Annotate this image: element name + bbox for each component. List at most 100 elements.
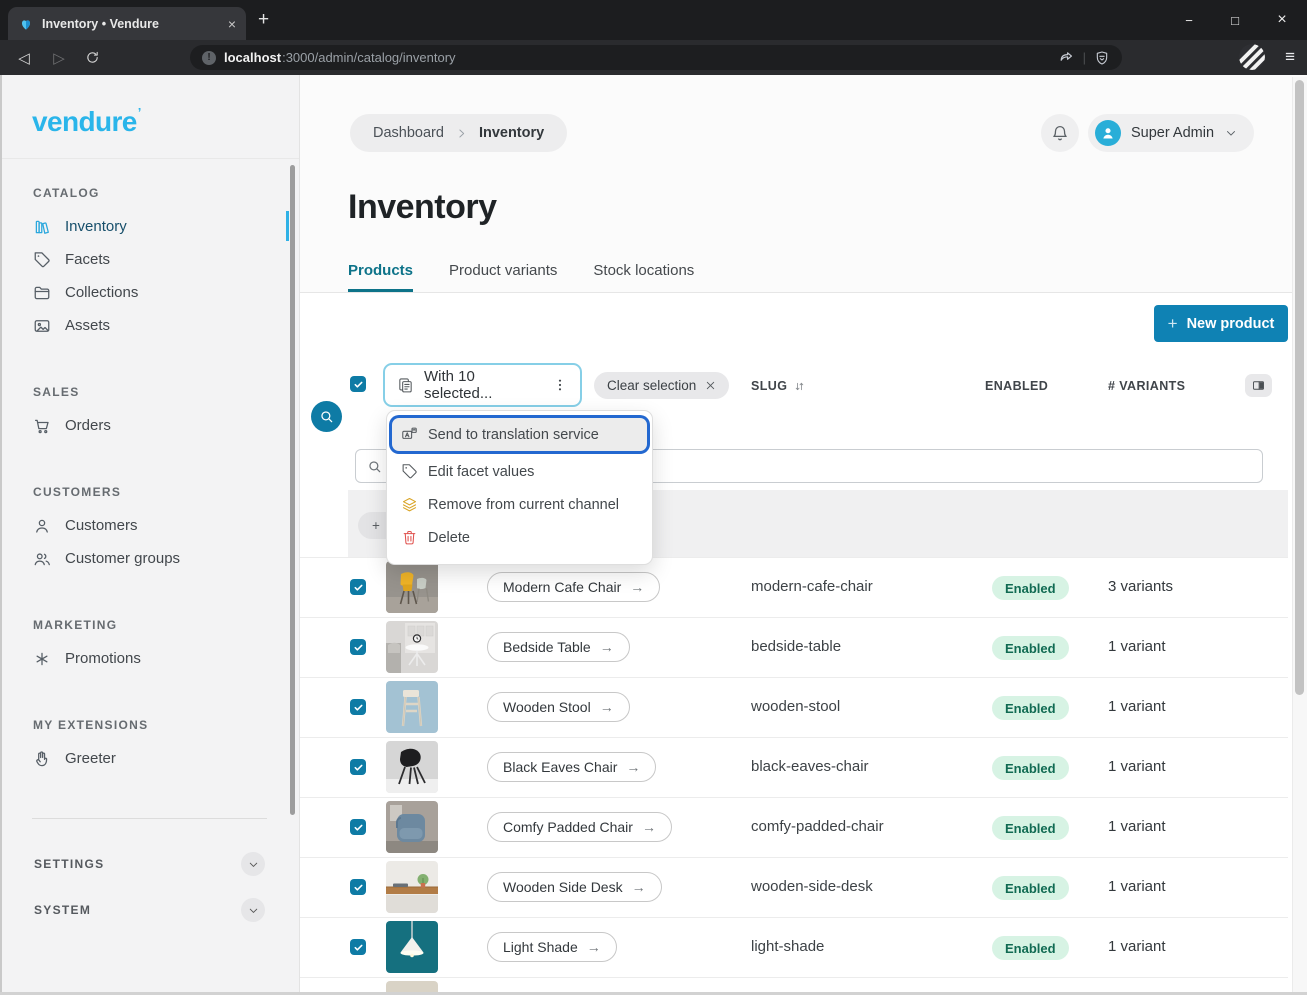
select-all-checkbox[interactable] (350, 376, 366, 392)
row-checkbox[interactable] (350, 819, 366, 835)
menu-item-edit-facet-values[interactable]: Edit facet values (387, 455, 652, 488)
sidebar: vendure’ CATALOG Inventory Facets Collectio… (0, 75, 300, 995)
page-scrollbar[interactable] (1292, 77, 1307, 992)
product-slug: wooden-side-desk (751, 878, 873, 895)
menu-item-send-to-translation-service[interactable]: Send to translation service (392, 418, 647, 451)
table-row: Comfy Padded Chair→comfy-padded-chairEna… (300, 797, 1288, 857)
brave-shield-icon[interactable] (1094, 50, 1110, 66)
browser-menu-icon[interactable]: ≡ (1285, 44, 1295, 70)
tab-close-icon[interactable]: × (228, 16, 236, 32)
sidebar-item-label: Orders (65, 417, 111, 434)
column-header-slug[interactable]: SLUG (751, 379, 806, 393)
plus-icon: + (1168, 314, 1178, 334)
breadcrumb-inventory[interactable]: Inventory (479, 125, 544, 141)
user-menu[interactable]: Super Admin (1088, 114, 1254, 152)
browser-profile-avatar[interactable] (1239, 44, 1265, 70)
url-bar[interactable]: ! localhost:3000/admin/catalog/inventory… (190, 45, 1122, 70)
product-name-link[interactable]: Modern Cafe Chair→ (487, 572, 660, 602)
sidebar-item-orders[interactable]: Orders (0, 409, 299, 442)
menu-item-remove-from-current-channel[interactable]: Remove from current channel (387, 488, 652, 521)
sidebar-scrollbar[interactable] (290, 165, 295, 815)
product-slug: wooden-stool (751, 698, 840, 715)
sidebar-collapsed-system[interactable]: SYSTEM (0, 887, 299, 933)
clear-selection-button[interactable]: Clear selection (594, 372, 729, 399)
forward-icon[interactable]: ▷ (50, 49, 68, 67)
sidebar-item-customers[interactable]: Customers (0, 509, 299, 542)
arrow-right-icon: → (626, 759, 640, 775)
product-name-link[interactable]: Comfy Padded Chair→ (487, 812, 672, 842)
page-tabs: Products Product variants Stock locations (348, 258, 694, 292)
sidebar-collapsed-settings[interactable]: SETTINGS (0, 841, 299, 887)
arrow-right-icon: → (642, 819, 656, 835)
window-maximize-button[interactable]: □ (1219, 0, 1251, 40)
sidebar-item-assets[interactable]: Assets (0, 309, 299, 342)
menu-item-label: Remove from current channel (428, 497, 619, 513)
sidebar-item-label: Promotions (65, 650, 141, 667)
search-button[interactable] (311, 401, 342, 432)
row-checkbox[interactable] (350, 579, 366, 595)
sidebar-item-customer-groups[interactable]: Customer groups (0, 542, 299, 575)
product-name-link[interactable]: Black Eaves Chair→ (487, 752, 656, 782)
row-checkbox[interactable] (350, 939, 366, 955)
notifications-button[interactable] (1041, 114, 1079, 152)
product-name-link[interactable]: Light Shade→ (487, 932, 617, 962)
tab-product-variants[interactable]: Product variants (449, 258, 557, 292)
row-checkbox[interactable] (350, 879, 366, 895)
sidebar-item-greeter[interactable]: Greeter (0, 742, 299, 775)
menu-item-delete[interactable]: Delete (387, 521, 652, 554)
product-name-link[interactable]: Wooden Stool→ (487, 692, 630, 722)
browser-tab[interactable]: Inventory • Vendure × (8, 7, 246, 40)
sidebar-item-facets[interactable]: Facets (0, 243, 299, 276)
cart-icon (33, 417, 51, 435)
sidebar-item-promotions[interactable]: Promotions (0, 642, 299, 675)
window-frame (0, 75, 2, 995)
window-minimize-button[interactable]: − (1173, 0, 1205, 40)
row-checkbox[interactable] (350, 699, 366, 715)
product-thumbnail (386, 561, 438, 613)
product-thumbnail (386, 681, 438, 733)
search-icon (319, 409, 334, 424)
sidebar-item-label: Facets (65, 251, 110, 268)
column-header-variants[interactable]: # VARIANTS (1108, 379, 1185, 393)
column-header-enabled[interactable]: ENABLED (985, 379, 1048, 393)
table-row: Wooden Stool→wooden-stoolEnabled1 varian… (300, 677, 1288, 737)
product-name-link[interactable]: Bedside Table→ (487, 632, 630, 662)
tab-stock-locations[interactable]: Stock locations (593, 258, 694, 292)
status-badge: Enabled (992, 636, 1069, 660)
vendure-favicon-icon (18, 16, 34, 32)
window-close-button[interactable]: × (1266, 0, 1298, 40)
site-info-icon[interactable]: ! (202, 51, 216, 65)
share-icon[interactable] (1058, 49, 1075, 66)
bulk-actions-button[interactable]: With 10 selected... (383, 363, 582, 407)
reload-icon[interactable] (85, 50, 103, 65)
tab-products[interactable]: Products (348, 258, 413, 292)
scrollbar-thumb[interactable] (1295, 80, 1304, 695)
sidebar-item-inventory[interactable]: Inventory (0, 210, 299, 243)
status-badge: Enabled (992, 816, 1069, 840)
tab-title: Inventory • Vendure (42, 17, 220, 31)
sidebar-section-label: CATALOG (33, 186, 299, 200)
new-product-button[interactable]: + New product (1154, 305, 1288, 342)
vendure-logo[interactable]: vendure’ (32, 105, 141, 138)
columns-icon (1251, 378, 1266, 393)
row-checkbox[interactable] (350, 639, 366, 655)
sidebar-nav: CATALOG Inventory Facets CollectionsAssets S… (0, 158, 299, 995)
table-row: Black Eaves Chair→black-eaves-chairEnabl… (300, 737, 1288, 797)
chevron-down-icon[interactable] (241, 852, 265, 876)
sidebar-section-label: SALES (33, 385, 299, 399)
column-picker-button[interactable] (1245, 374, 1272, 397)
sidebar-item-collections[interactable]: Collections (0, 276, 299, 309)
new-tab-button[interactable]: + (258, 9, 269, 31)
back-icon[interactable]: ◁ (15, 49, 33, 67)
status-badge: Enabled (992, 696, 1069, 720)
plus-icon: + (372, 518, 380, 533)
chevron-down-icon[interactable] (241, 898, 265, 922)
product-thumbnail (386, 621, 438, 673)
product-thumbnail (386, 861, 438, 913)
row-checkbox[interactable] (350, 759, 366, 775)
product-name-link[interactable]: Wooden Side Desk→ (487, 872, 662, 902)
breadcrumb-dashboard[interactable]: Dashboard (373, 125, 444, 141)
product-slug: light-shade (751, 938, 824, 955)
books-icon (33, 218, 51, 236)
copy-icon (397, 377, 414, 394)
